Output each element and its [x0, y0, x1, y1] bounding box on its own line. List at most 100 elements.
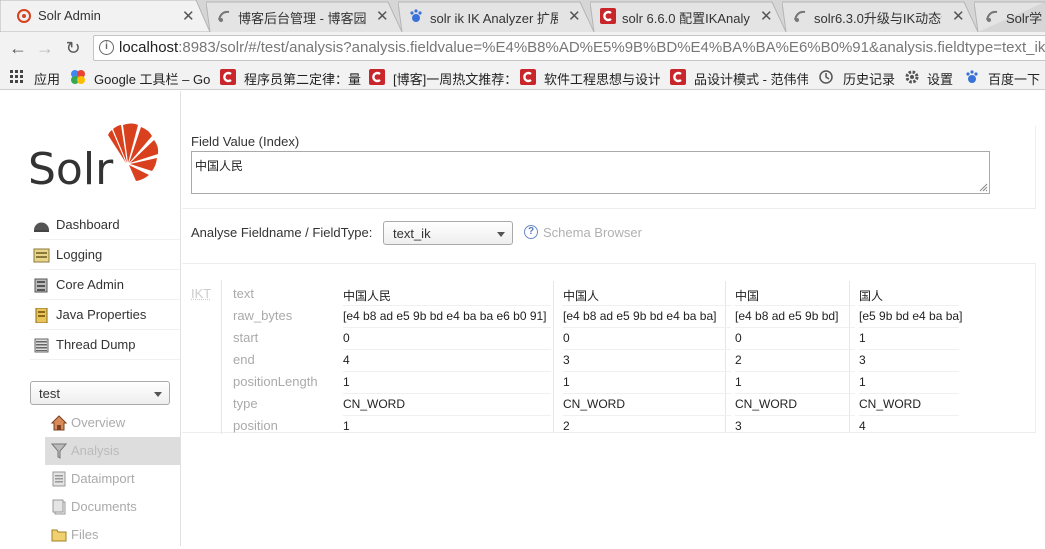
solr-logo-text: Solr [28, 144, 114, 187]
solr-sun-icon [108, 123, 159, 181]
column-divider [221, 280, 222, 434]
bookmark-settings[interactable]: 设置 [904, 69, 956, 87]
token-start-value: 0 [735, 331, 742, 345]
row-divider [735, 371, 855, 372]
chevron-down-icon [154, 392, 162, 397]
csdn-icon [600, 8, 616, 24]
token-text-value: 中国人民 [343, 289, 392, 303]
bookmark-history[interactable]: 历史记录 [818, 69, 898, 87]
schema-browser-link[interactable]: Schema Browser [543, 225, 642, 240]
core-menu-overview[interactable]: Overview [45, 409, 180, 437]
token-end-value: 3 [859, 353, 866, 367]
row-divider [735, 393, 855, 394]
solr-logo[interactable]: Solr [28, 121, 160, 195]
token-raw_bytes-value: [e4 b8 ad e5 9b bd e4 ba ba e6 b0 91] [343, 309, 547, 323]
token-type-value: CN_WORD [859, 397, 921, 411]
back-arrow-icon[interactable]: ← [8, 38, 28, 58]
solr-sidebar: Solr Dashboard Logging Core Admin Java P… [0, 91, 181, 546]
resize-grip-icon[interactable] [978, 182, 988, 192]
token-end-value: 4 [343, 353, 350, 367]
row-divider [563, 393, 731, 394]
tab-title: solr 6.6.0 配置IKAnalyz [622, 11, 750, 26]
close-tab-icon[interactable]: ✕ [952, 7, 965, 25]
browser-tab-solr-ik-config[interactable]: solr 6.6.0 配置IKAnalyz ✕ [590, 0, 786, 32]
files-icon [51, 529, 67, 542]
bookmark-baidu[interactable]: 百度一下 [964, 69, 1045, 87]
tokenizer-abbr[interactable]: IKT [191, 286, 211, 301]
browser-tab-strip: Solr Admin ✕ 博客后台管理 - 博客园 ✕ solr ik IK A… [0, 0, 1045, 32]
browser-tab-ik-analyzer[interactable]: solr ik IK Analyzer 扩展 ✕ [398, 0, 594, 32]
token-text-value: 国人 [859, 289, 884, 303]
bookmark-apps[interactable]: 应用 [9, 69, 64, 87]
history-icon [819, 70, 833, 84]
row-divider [343, 327, 551, 328]
sidebar-item-thread-dump[interactable]: Thread Dump [30, 331, 180, 360]
token-text-value: 中国 [735, 289, 760, 303]
sidebar-item-dashboard[interactable]: Dashboard [30, 211, 180, 240]
chevron-down-icon [497, 232, 505, 237]
core-selector[interactable]: test [30, 381, 170, 405]
browser-tab-cnblogs-admin[interactable]: 博客后台管理 - 博客园 ✕ [206, 0, 402, 32]
token-type-value: CN_WORD [563, 397, 625, 411]
bookmark-weekly-posts[interactable]: [博客]一周热文推荐： [369, 69, 511, 87]
field-name-label: start [233, 330, 259, 345]
dataimport-icon [52, 471, 66, 487]
row-divider [343, 305, 551, 306]
bookmark-google-toolbar[interactable]: Google 工具栏 – Go [70, 69, 212, 87]
browser-tab-solr-admin[interactable]: Solr Admin ✕ [0, 0, 210, 32]
sidebar-item-logging[interactable]: Logging [30, 241, 180, 270]
row-divider [859, 327, 959, 328]
token-positionLength-value: 1 [735, 375, 742, 389]
token-type-value: CN_WORD [735, 397, 797, 411]
overview-icon [51, 415, 67, 431]
row-divider [563, 327, 731, 328]
row-divider [563, 371, 731, 372]
row-divider [343, 415, 551, 416]
cnblogs-icon [986, 10, 998, 22]
field-value-label: Field Value (Index) [191, 134, 300, 149]
help-question-icon[interactable]: ? [524, 225, 538, 239]
cnblogs-icon [218, 10, 230, 22]
page-info-icon[interactable]: i [99, 40, 114, 55]
field-name-label: position [233, 418, 278, 433]
close-tab-icon[interactable]: ✕ [760, 7, 773, 25]
sidebar-item-core-admin[interactable]: Core Admin [30, 271, 180, 300]
token-raw_bytes-value: [e4 b8 ad e5 9b bd e4 ba ba] [563, 309, 717, 323]
core-admin-icon [34, 278, 48, 293]
token-end-value: 3 [563, 353, 570, 367]
bookmarks-bar: 应用 Google 工具栏 – Go 程序员第二定律：量· [博客]一周热文推荐… [0, 64, 1045, 90]
close-tab-icon[interactable]: ✕ [568, 7, 581, 25]
sidebar-item-java-properties[interactable]: Java Properties [30, 301, 180, 330]
close-tab-icon[interactable]: ✕ [182, 7, 195, 25]
bookmark-software-engineering[interactable]: 软件工程思想与设计 [520, 69, 660, 87]
browser-tab-solr-learn[interactable]: Solr学 [974, 0, 1045, 32]
field-value-input[interactable]: 中国人民 [191, 151, 990, 194]
token-positionLength-value: 1 [343, 375, 350, 389]
core-menu-analysis[interactable]: Analysis [45, 437, 180, 465]
baidu-paw-icon [410, 9, 422, 22]
bookmark-programmer-law[interactable]: 程序员第二定律：量· [220, 69, 362, 87]
address-bar[interactable]: i localhost:8983/solr/#/test/analysis?an… [93, 35, 1045, 61]
fieldtype-select[interactable]: text_ik [383, 221, 513, 245]
java-properties-icon [35, 308, 48, 323]
close-tab-icon[interactable]: ✕ [376, 7, 389, 25]
token-start-value: 0 [563, 331, 570, 345]
apps-grid-icon [10, 70, 23, 83]
csdn-icon [520, 69, 536, 85]
reload-icon[interactable]: ↻ [63, 38, 83, 58]
solr-sun-icon [17, 9, 31, 23]
row-divider [343, 393, 551, 394]
row-divider [735, 327, 855, 328]
forward-arrow-icon[interactable]: → [35, 38, 55, 58]
core-menu-documents[interactable]: Documents [45, 493, 180, 521]
bookmark-design-patterns[interactable]: 品设计模式 - 范伟伟 [670, 69, 808, 87]
token-type-value: CN_WORD [343, 397, 405, 411]
row-divider [859, 349, 959, 350]
field-name-label: positionLength [233, 374, 318, 389]
core-menu-dataimport[interactable]: Dataimport [45, 465, 180, 493]
browser-tab-ik-dynamic[interactable]: solr6.3.0升级与IK动态词 ✕ [782, 0, 978, 32]
core-menu-files[interactable]: Files [45, 521, 180, 549]
gear-icon [905, 70, 919, 84]
logging-icon [33, 248, 50, 263]
row-divider [859, 371, 959, 372]
